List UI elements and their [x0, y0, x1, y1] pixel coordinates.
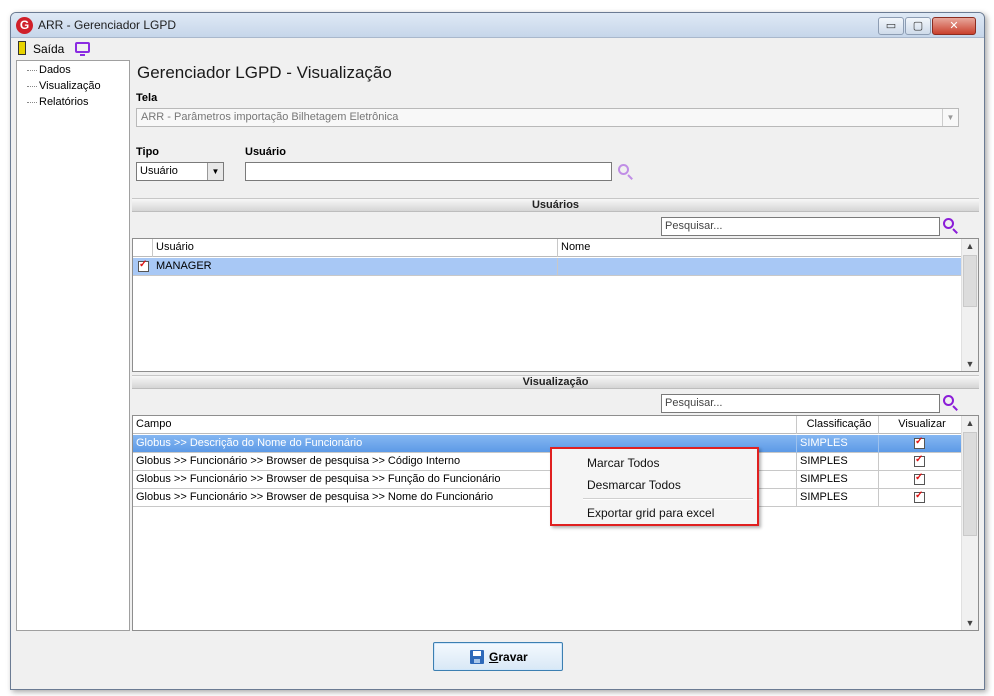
- cell-classificacao: SIMPLES: [797, 489, 879, 507]
- search-icon[interactable]: [943, 395, 960, 412]
- column-header-usuario[interactable]: Usuário: [153, 239, 558, 257]
- monitor-icon[interactable]: [75, 42, 90, 56]
- users-scrollbar[interactable]: ▲ ▼: [961, 239, 978, 371]
- usuario-input[interactable]: [245, 162, 612, 181]
- tela-label: Tela: [136, 92, 158, 104]
- title-bar[interactable]: G ARR - Gerenciador LGPD ▭ ▢ ✕: [11, 13, 984, 38]
- sidebar-tree: Dados Visualização Relatórios: [16, 60, 130, 631]
- scroll-thumb[interactable]: [963, 255, 977, 307]
- table-row[interactable]: Globus >> Funcionário >> Browser de pesq…: [133, 471, 962, 489]
- header-check-cell: [133, 239, 153, 257]
- sidebar-item-visualizacao[interactable]: Visualização: [39, 80, 101, 92]
- menu-exit[interactable]: Saída: [33, 42, 64, 56]
- cell-usuario: MANAGER: [153, 258, 558, 276]
- menu-item-marcar-todos[interactable]: Marcar Todos: [587, 456, 659, 470]
- scroll-up-icon[interactable]: ▲: [962, 416, 978, 430]
- view-grid-header: Campo Classificação Visualizar: [133, 416, 962, 434]
- floppy-disk-icon: [470, 650, 484, 664]
- cell-classificacao: SIMPLES: [797, 453, 879, 471]
- menu-bar: Saída: [11, 39, 984, 59]
- footer: Gravar: [11, 632, 984, 689]
- page-title: Gerenciador LGPD - Visualização: [137, 63, 392, 82]
- app-window: G ARR - Gerenciador LGPD ▭ ▢ ✕ Saída Dad…: [10, 12, 985, 690]
- tela-select[interactable]: ARR - Parâmetros importação Bilhetagem E…: [136, 108, 959, 127]
- scroll-thumb[interactable]: [963, 432, 977, 536]
- search-icon[interactable]: [618, 164, 635, 181]
- chevron-down-icon[interactable]: ▼: [207, 163, 223, 180]
- sidebar-item-relatorios[interactable]: Relatórios: [39, 96, 89, 108]
- cell-nome: [558, 258, 962, 276]
- search-icon[interactable]: [943, 218, 960, 235]
- row-checkbox[interactable]: [914, 472, 925, 485]
- row-checkbox[interactable]: [914, 454, 925, 467]
- close-button[interactable]: ✕: [932, 17, 976, 35]
- chevron-down-icon[interactable]: ▼: [942, 109, 958, 126]
- row-checkbox[interactable]: [138, 259, 149, 272]
- column-header-campo[interactable]: Campo: [133, 416, 797, 434]
- sidebar-item-dados[interactable]: Dados: [39, 64, 71, 76]
- tela-select-value: ARR - Parâmetros importação Bilhetagem E…: [141, 111, 399, 123]
- table-row[interactable]: Globus >> Funcionário >> Browser de pesq…: [133, 489, 962, 507]
- save-button[interactable]: Gravar: [433, 642, 563, 671]
- column-header-classificacao[interactable]: Classificação: [797, 416, 879, 434]
- exit-door-icon[interactable]: [18, 41, 26, 55]
- tipo-select-value: Usuário: [140, 165, 178, 177]
- save-button-label: Gravar: [489, 650, 528, 664]
- users-grid-header: Usuário Nome: [133, 239, 962, 257]
- column-header-nome[interactable]: Nome: [558, 239, 962, 257]
- table-row[interactable]: Globus >> Descrição do Nome do Funcionár…: [133, 435, 962, 453]
- maximize-button[interactable]: ▢: [905, 17, 931, 35]
- row-checkbox[interactable]: [914, 436, 925, 449]
- table-row[interactable]: MANAGER: [133, 258, 962, 276]
- cell-classificacao: SIMPLES: [797, 471, 879, 489]
- cell-classificacao: SIMPLES: [797, 435, 879, 453]
- scroll-down-icon[interactable]: ▼: [962, 357, 978, 371]
- column-header-visualizar[interactable]: Visualizar: [879, 416, 962, 434]
- minimize-button[interactable]: ▭: [878, 17, 904, 35]
- tree-connector: [27, 86, 37, 87]
- users-grid: Usuário Nome MANAGER ▲ ▼: [132, 238, 979, 372]
- menu-item-desmarcar-todos[interactable]: Desmarcar Todos: [587, 478, 681, 492]
- tree-connector: [27, 102, 37, 103]
- view-section-header: Visualização: [132, 375, 979, 389]
- row-checkbox[interactable]: [914, 490, 925, 503]
- table-row[interactable]: Globus >> Funcionário >> Browser de pesq…: [133, 453, 962, 471]
- menu-separator: [583, 498, 753, 500]
- tree-connector: [27, 70, 37, 71]
- tipo-label: Tipo: [136, 146, 160, 158]
- scroll-down-icon[interactable]: ▼: [962, 616, 978, 630]
- main-panel: Gerenciador LGPD - Visualização Tela ARR…: [131, 60, 980, 631]
- view-scrollbar[interactable]: ▲ ▼: [961, 416, 978, 630]
- usuario-label: Usuário: [245, 146, 286, 158]
- app-logo-icon: G: [16, 17, 33, 34]
- menu-item-exportar-excel[interactable]: Exportar grid para excel: [587, 506, 714, 520]
- view-search-input[interactable]: Pesquisar...: [661, 394, 940, 413]
- scroll-up-icon[interactable]: ▲: [962, 239, 978, 253]
- window-title: ARR - Gerenciador LGPD: [38, 18, 177, 32]
- tipo-select[interactable]: Usuário ▼: [136, 162, 224, 181]
- context-menu: Marcar Todos Desmarcar Todos Exportar gr…: [550, 447, 759, 526]
- users-section-header: Usuários: [132, 198, 979, 212]
- users-search-input[interactable]: Pesquisar...: [661, 217, 940, 236]
